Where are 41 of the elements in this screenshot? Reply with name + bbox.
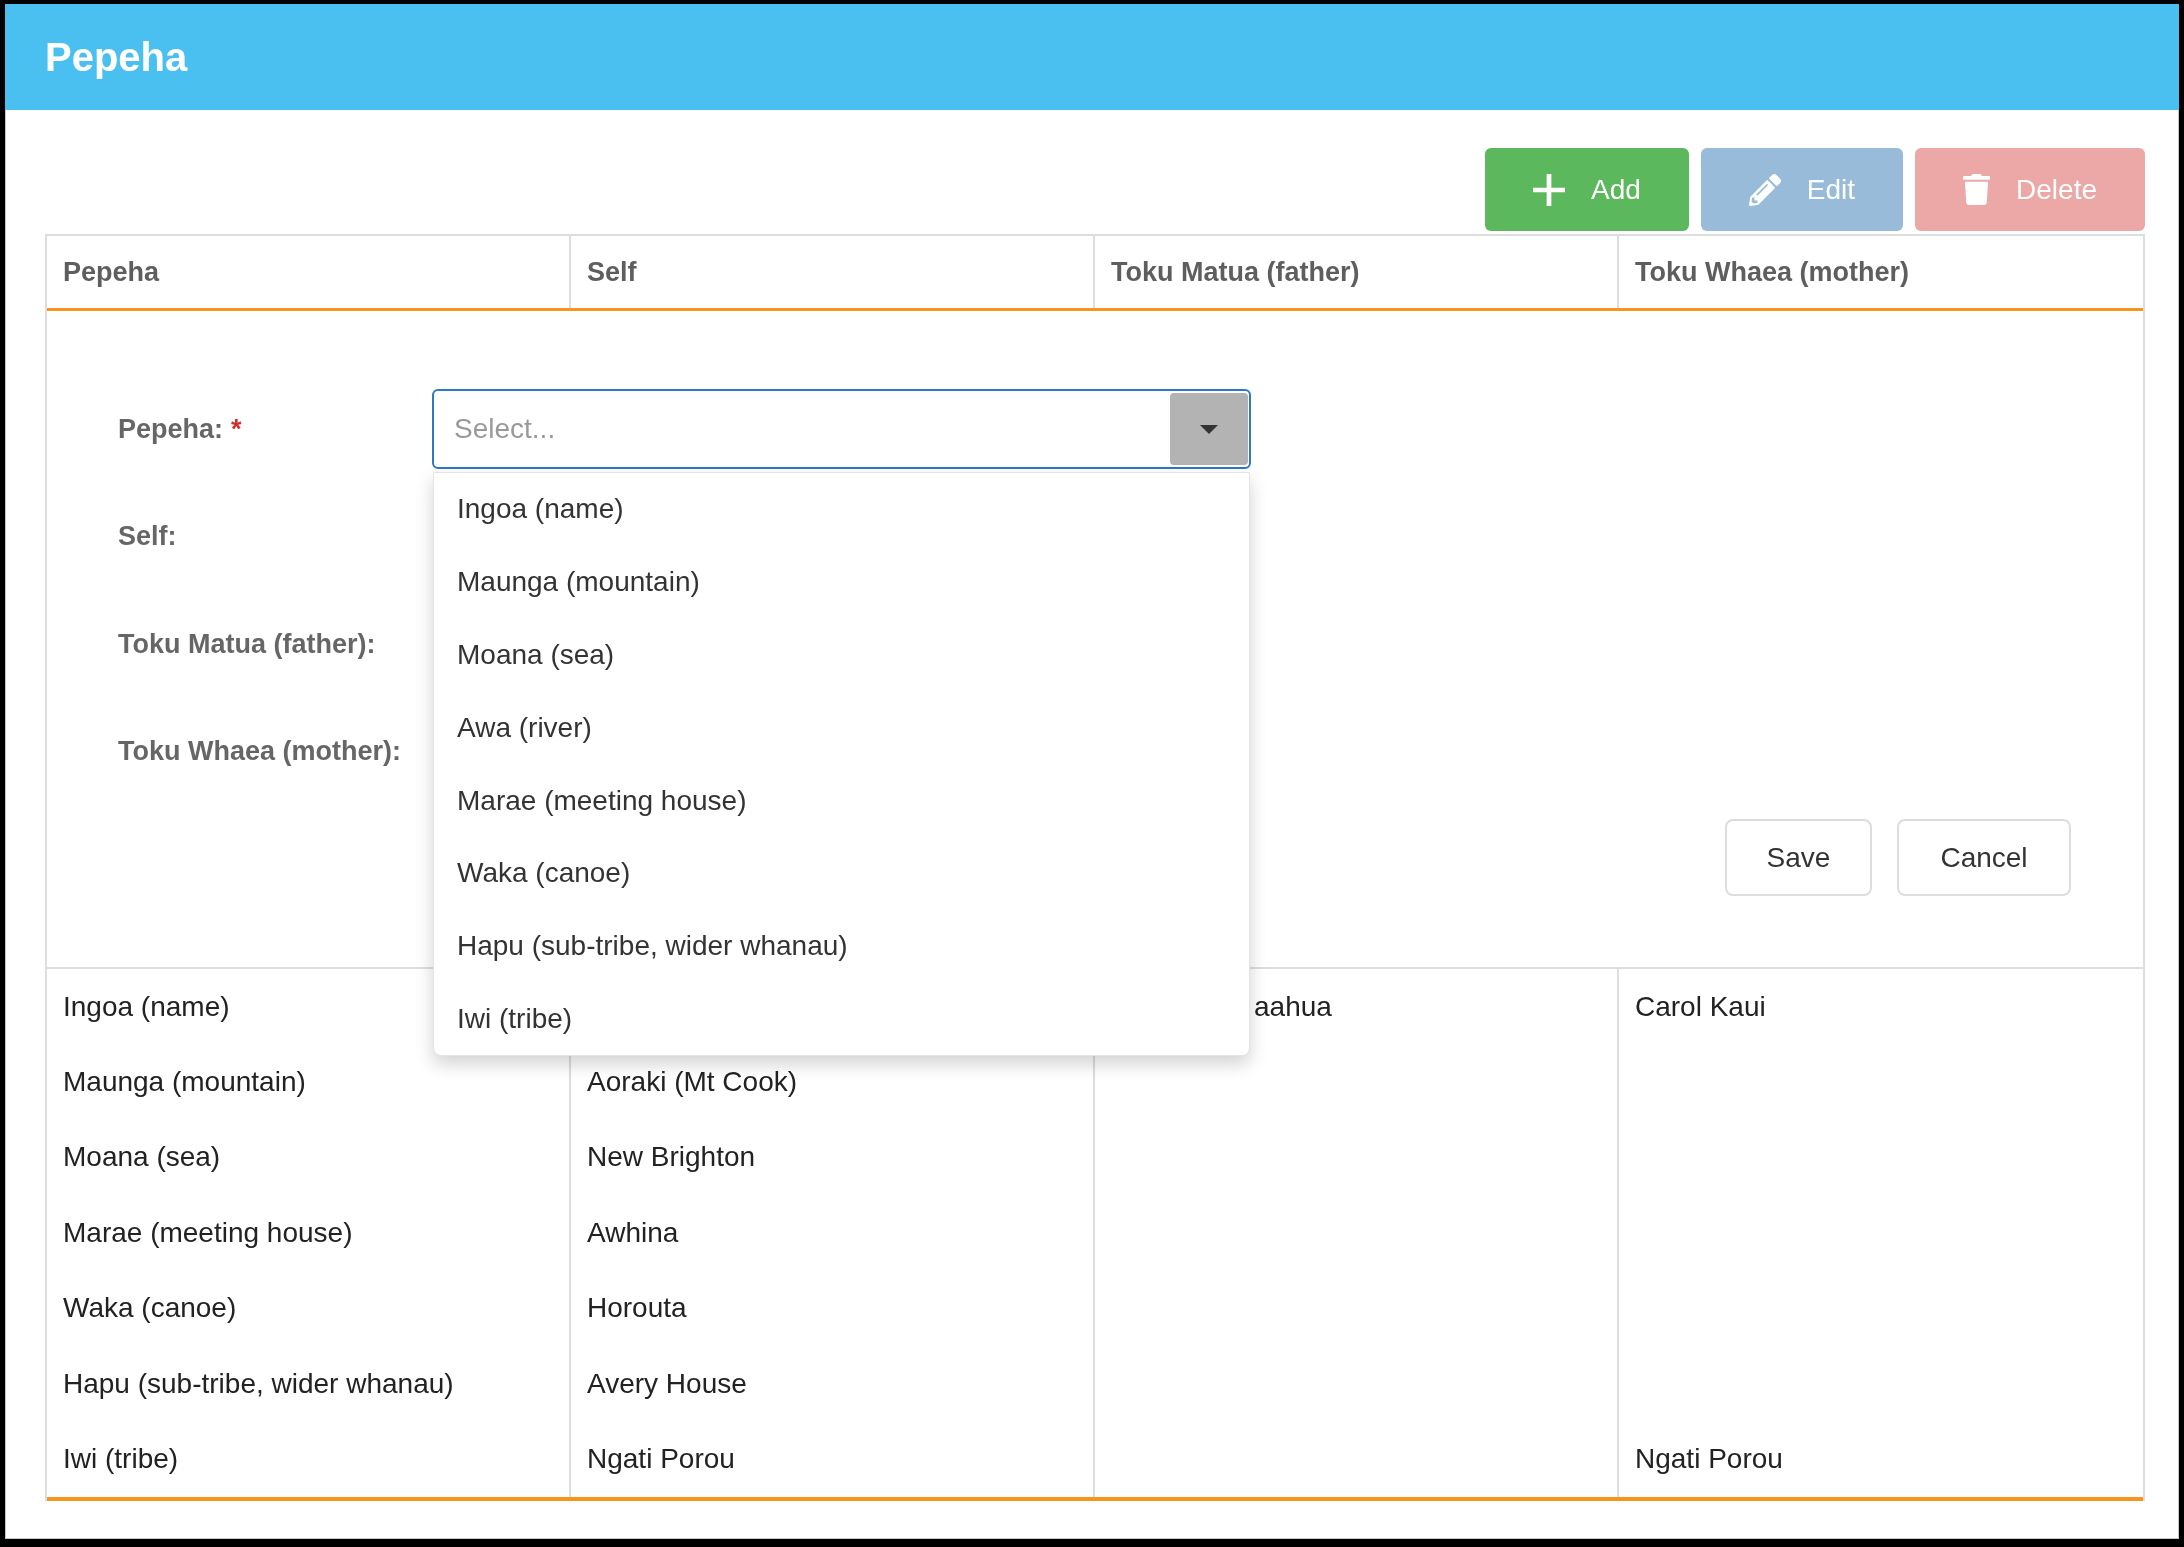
pepeha-term: Marae (meeting house)	[63, 1215, 353, 1250]
pepeha-term: Waka (canoe)	[63, 1291, 237, 1326]
save-button[interactable]: Save	[1725, 819, 1872, 896]
entry-text: aahua	[1254, 989, 1332, 1024]
dropdown-option[interactable]: Maunga (mountain)	[434, 545, 1249, 619]
dropdown-option[interactable]: Hapu (sub-tribe, wider whanau)	[434, 909, 1249, 983]
entry-text: Avery House	[587, 1366, 747, 1401]
caret-down-icon	[1200, 424, 1218, 434]
cancel-button[interactable]: Cancel	[1897, 819, 2071, 896]
entry-text: New Brighton	[587, 1140, 756, 1175]
column-header: Toku Whaea (mother)	[1634, 255, 1910, 289]
dropdown-option[interactable]: Moana (sea)	[434, 618, 1249, 692]
pepeha-term: Ingoa (name)	[63, 989, 230, 1024]
dropdown-button[interactable]	[1170, 393, 1248, 465]
field-label: Toku Whaea (mother):	[118, 735, 401, 769]
required-mark: *	[231, 412, 242, 446]
dropdown-option[interactable]: Marae (meeting house)	[434, 764, 1249, 837]
entry-text: Aoraki (Mt Cook)	[587, 1065, 798, 1100]
pepeha-term: Iwi (tribe)	[63, 1442, 179, 1477]
field-label: Self:	[118, 520, 177, 554]
trash-icon	[1963, 174, 1991, 205]
pepeha-term: Moana (sea)	[63, 1140, 221, 1175]
field-label: Pepeha:	[118, 412, 224, 446]
dropdown-option[interactable]: Iwi (tribe)	[434, 982, 1249, 1056]
pepeha-term: Maunga (mountain)	[63, 1065, 306, 1100]
pencil-icon	[1748, 173, 1781, 206]
entry-text: Awhina	[587, 1215, 679, 1250]
dropdown-option[interactable]: Ingoa (name)	[434, 473, 1249, 546]
entry-text: Ngati Porou	[587, 1442, 735, 1477]
entry-text: Ngati Porou	[1635, 1442, 1783, 1477]
plus-icon	[1533, 173, 1565, 206]
column-header: Pepeha	[47, 236, 571, 308]
dropdown-option[interactable]: Waka (canoe)	[434, 837, 1249, 910]
field-label: Toku Matua (father):	[118, 627, 376, 661]
entry-text: Carol Kaui	[1635, 989, 1766, 1024]
column-header: Self	[571, 236, 1095, 308]
entry-text: Horouta	[587, 1291, 687, 1326]
dropdown-option[interactable]: Awa (river)	[434, 691, 1249, 765]
window-title: Pepeha	[45, 34, 188, 81]
pepeha-term: Hapu (sub-tribe, wider whanau)	[63, 1366, 454, 1401]
column-header: Toku Matua (father)	[1095, 236, 1619, 308]
